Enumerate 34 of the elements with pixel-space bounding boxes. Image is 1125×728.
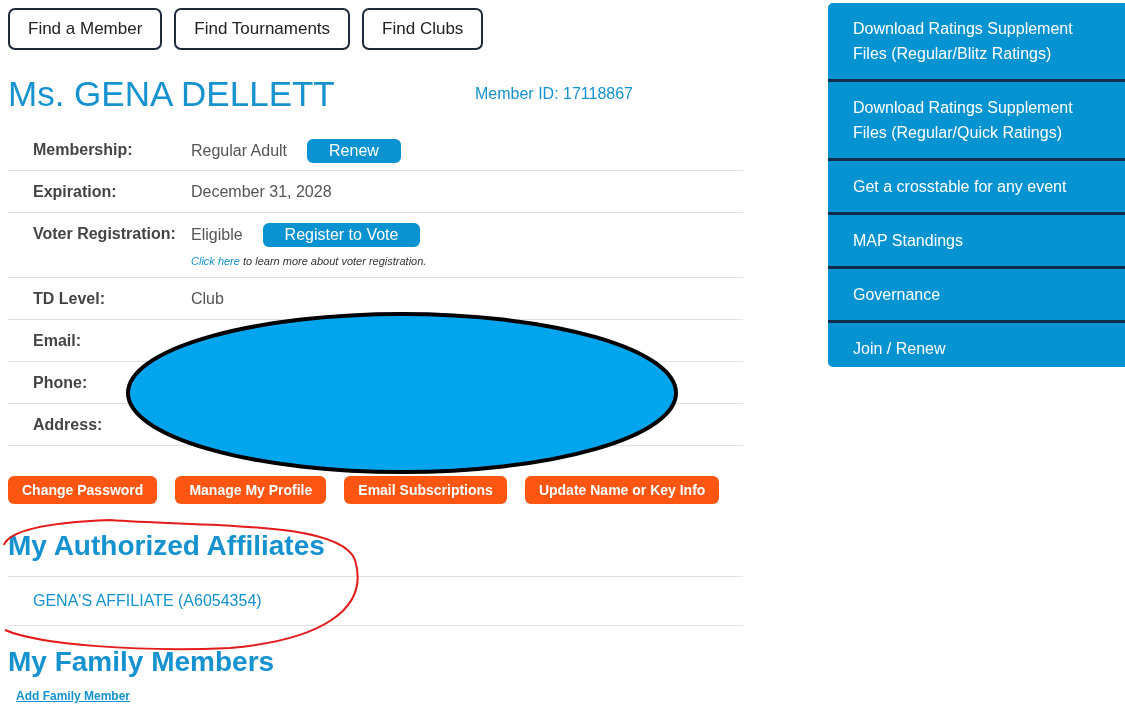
member-name: Ms. GENA DELLETT bbox=[8, 74, 336, 114]
sidebar-link[interactable]: Join / Renew bbox=[828, 323, 1125, 374]
nav-button[interactable]: Find a Member bbox=[8, 8, 163, 50]
field-value: Club bbox=[191, 289, 224, 309]
field-label: TD Level: bbox=[32, 289, 106, 309]
field-value: Eligible bbox=[191, 225, 243, 245]
field-label: Voter Registration: bbox=[32, 224, 177, 244]
field-label: Email: bbox=[32, 331, 82, 351]
sidebar-link[interactable]: Governance bbox=[828, 269, 1125, 323]
add-family-link[interactable]: Add Family Member bbox=[16, 689, 131, 703]
action-button[interactable]: Register to Vote bbox=[262, 223, 421, 247]
section-heading: My Authorized Affiliates bbox=[8, 530, 326, 562]
section-heading: My Family Members bbox=[8, 646, 276, 678]
sidebar-link[interactable]: Download Ratings Supplement Files (Regular/Blitz Ratings) bbox=[828, 3, 1125, 82]
member-id: Member ID: 17118867 bbox=[475, 85, 633, 103]
field-label: Membership: bbox=[32, 140, 134, 160]
nav-button[interactable]: Find Tournaments bbox=[174, 8, 351, 50]
action-button[interactable]: Renew bbox=[307, 139, 401, 163]
click-here-link[interactable]: Click here bbox=[191, 255, 240, 267]
profile-button[interactable]: Change Password bbox=[8, 476, 158, 504]
nav-button[interactable]: Find Clubs bbox=[362, 8, 484, 50]
sidebar-link[interactable]: Get a crosstable for any event bbox=[828, 161, 1125, 215]
field-label: Expiration: bbox=[32, 182, 118, 202]
voter-note: Click here to learn more about voter registration. bbox=[191, 255, 427, 267]
field-label: Phone: bbox=[32, 373, 89, 393]
profile-button[interactable]: Manage My Profile bbox=[175, 476, 327, 504]
sidebar-link[interactable]: MAP Standings bbox=[828, 215, 1125, 269]
sidebar-link[interactable]: Download Ratings Supplement Files (Regular/Quick Ratings) bbox=[828, 82, 1125, 161]
affiliate-link[interactable]: GENA'S AFFILIATE (A6054354) bbox=[33, 592, 262, 609]
field-label: Address: bbox=[32, 415, 104, 435]
profile-button[interactable]: Update Name or Key Info bbox=[524, 476, 720, 504]
field-value: Regular Adult bbox=[191, 141, 288, 161]
profile-button[interactable]: Email Subscriptions bbox=[344, 476, 507, 504]
field-value: December 31, 2028 bbox=[191, 182, 332, 202]
